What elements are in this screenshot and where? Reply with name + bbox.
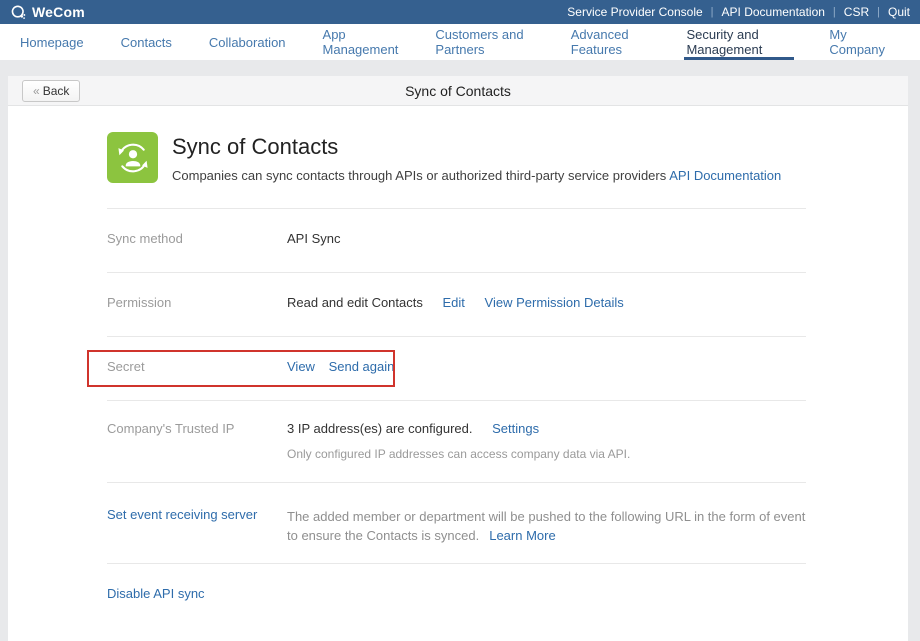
trusted-ip-label: Company's Trusted IP xyxy=(107,421,287,461)
secret-row: Secret View Send again xyxy=(107,337,806,401)
set-event-server-link[interactable]: Set event receiving server xyxy=(107,507,287,545)
separator: | xyxy=(833,6,836,18)
separator: | xyxy=(711,6,714,18)
page-title: Sync of Contacts xyxy=(405,83,511,99)
content-panel: «Back Sync of Contacts xyxy=(8,76,908,641)
panel-titlebar: «Back Sync of Contacts xyxy=(8,76,908,106)
secret-label: Secret xyxy=(107,359,287,374)
trusted-ip-settings-link[interactable]: Settings xyxy=(492,421,539,436)
content-area: Sync of Contacts Companies can sync cont… xyxy=(8,106,908,627)
nav-customers-and-partners[interactable]: Customers and Partners xyxy=(433,24,535,60)
api-documentation-link[interactable]: API Documentation xyxy=(722,5,825,19)
nav-security-and-management[interactable]: Security and Management xyxy=(684,24,794,60)
permission-row: Permission Read and edit Contacts Edit V… xyxy=(107,273,806,337)
service-provider-console-link[interactable]: Service Provider Console xyxy=(567,5,702,19)
back-label: Back xyxy=(43,84,70,98)
nav-contacts[interactable]: Contacts xyxy=(119,24,174,60)
wecom-brand: WeCom xyxy=(10,4,85,21)
nav-app-management[interactable]: App Management xyxy=(321,24,401,60)
api-documentation-link[interactable]: API Documentation xyxy=(669,168,781,183)
sync-contacts-icon xyxy=(107,132,158,183)
header-title: Sync of Contacts xyxy=(172,134,781,160)
permission-value: Read and edit Contacts xyxy=(287,295,423,310)
view-permission-details-link[interactable]: View Permission Details xyxy=(485,295,624,310)
nav-homepage[interactable]: Homepage xyxy=(18,24,86,60)
trusted-ip-value: 3 IP address(es) are configured. xyxy=(287,421,472,436)
sync-method-value: API Sync xyxy=(287,231,340,246)
send-again-link[interactable]: Send again xyxy=(329,359,395,374)
wecom-logo-icon xyxy=(10,4,27,21)
event-server-row: Set event receiving server The added mem… xyxy=(107,483,806,564)
header-block: Sync of Contacts Companies can sync cont… xyxy=(107,132,806,183)
separator: | xyxy=(877,6,880,18)
nav-advanced-features[interactable]: Advanced Features xyxy=(569,24,652,60)
edit-permission-link[interactable]: Edit xyxy=(443,295,465,310)
topbar-links: Service Provider Console | API Documenta… xyxy=(567,5,910,19)
sync-method-label: Sync method xyxy=(107,231,287,246)
page-background: «Back Sync of Contacts xyxy=(0,60,920,641)
topbar: WeCom Service Provider Console | API Doc… xyxy=(0,0,920,24)
main-nav: Homepage Contacts Collaboration App Mana… xyxy=(0,24,920,60)
header-subtitle: Companies can sync contacts through APIs… xyxy=(172,168,666,183)
csr-link[interactable]: CSR xyxy=(844,5,869,19)
header-text: Sync of Contacts Companies can sync cont… xyxy=(172,132,781,183)
trusted-ip-hint: Only configured IP addresses can access … xyxy=(287,447,630,461)
back-button[interactable]: «Back xyxy=(22,80,80,102)
trusted-ip-row: Company's Trusted IP 3 IP address(es) ar… xyxy=(107,401,806,483)
permission-label: Permission xyxy=(107,295,287,310)
sync-method-row: Sync method API Sync xyxy=(107,209,806,273)
nav-collaboration[interactable]: Collaboration xyxy=(207,24,288,60)
disable-api-sync-row: Disable API sync xyxy=(107,564,806,627)
quit-link[interactable]: Quit xyxy=(888,5,910,19)
view-secret-link[interactable]: View xyxy=(287,359,315,374)
brand-name: WeCom xyxy=(32,4,85,20)
learn-more-link[interactable]: Learn More xyxy=(489,528,555,543)
disable-api-sync-link[interactable]: Disable API sync xyxy=(107,586,205,601)
back-arrow-icon: « xyxy=(33,84,40,98)
nav-my-company[interactable]: My Company xyxy=(827,24,887,60)
